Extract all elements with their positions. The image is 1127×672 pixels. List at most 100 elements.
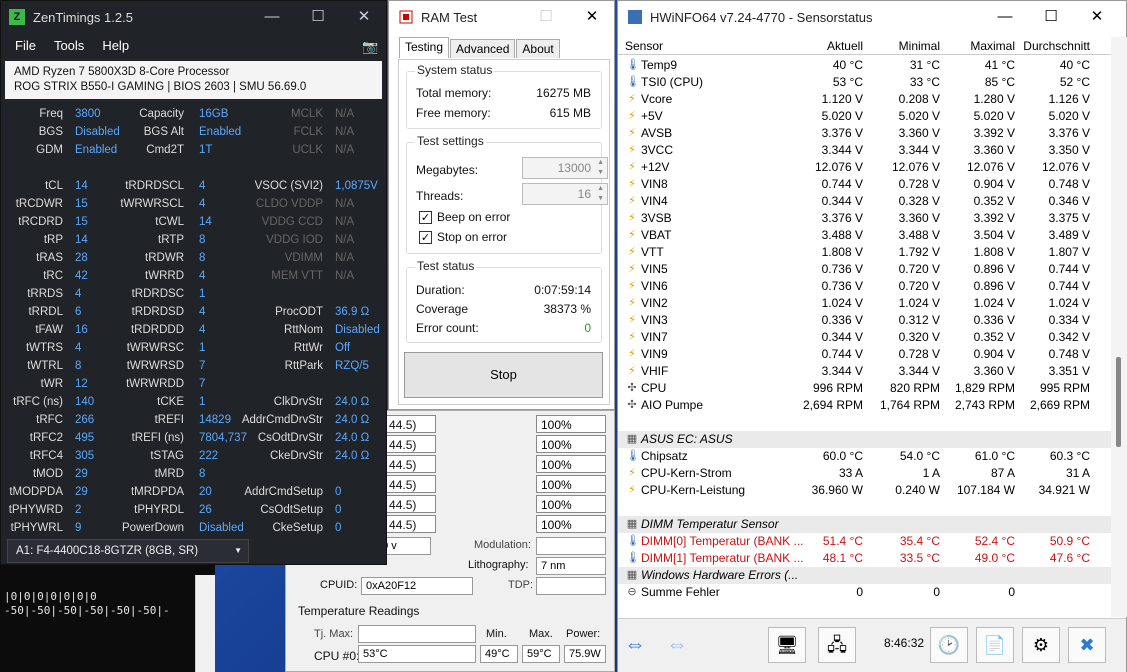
settings-gear-icon[interactable]: ⚙ <box>1022 627 1060 663</box>
sensor-value: 0 <box>933 585 940 599</box>
sensor-row[interactable]: 🌡 DIMM[0] Temperatur (BANK ... 51.4 °C 35.4… <box>618 533 1111 550</box>
col-maximal[interactable]: Maximal <box>970 39 1015 53</box>
scrollbar-thumb[interactable] <box>1116 357 1121 447</box>
sensor-row[interactable]: 🌡 Temp9 40 °C 31 °C 41 °C 40 °C <box>618 57 1111 74</box>
sensor-row[interactable]: ⚡ VIN2 1.024 V 1.024 V 1.024 V 1.024 V <box>618 295 1111 312</box>
beep-on-error-checkbox[interactable]: ✓ <box>419 211 432 224</box>
sensor-row[interactable]: ⚡ +5V 5.020 V 5.020 V 5.020 V 5.020 V <box>618 108 1111 125</box>
timing-label: VDIMM <box>284 252 323 264</box>
sensor-row[interactable]: ⚡ CPU-Kern-Leistung 36.960 W 0.240 W 107.184… <box>618 482 1111 499</box>
maximize-button[interactable]: ☐ <box>295 1 341 33</box>
col-sensor[interactable]: Sensor <box>625 39 663 53</box>
stop-on-error-label: Stop on error <box>437 230 508 244</box>
sensor-value: 31 A <box>1065 466 1090 480</box>
timing-label: tMODPDA <box>9 486 63 498</box>
collapse-arrows-icon[interactable]: ⇔ <box>624 631 646 657</box>
col-durchschnitt[interactable]: Durchschnitt <box>1023 39 1090 53</box>
sensor-row[interactable] <box>618 414 1111 431</box>
sensor-row[interactable]: ⚡ AVSB 3.376 V 3.360 V 3.392 V 3.376 V <box>618 125 1111 142</box>
usage-percent: 100% <box>536 475 606 493</box>
timing-label: RttPark <box>284 360 323 372</box>
tab-advanced[interactable]: Advanced <box>450 39 516 58</box>
cpu-name: AMD Ryzen 7 5800X3D 8-Core Processor <box>14 66 230 78</box>
sensor-value: 0.736 V <box>821 279 863 293</box>
sensor-row[interactable]: 🌡 TSI0 (CPU) 53 °C 33 °C 85 °C 52 °C <box>618 74 1111 91</box>
sensor-value: 0.334 V <box>1048 313 1090 327</box>
lithography-label: Lithography: <box>468 559 529 571</box>
screenshot-camera-icon[interactable]: 📷 <box>362 39 378 55</box>
sensor-value: 0.728 V <box>898 177 940 191</box>
close-button[interactable]: ✕ <box>341 1 387 33</box>
sensor-row[interactable] <box>618 499 1111 516</box>
col-minimal[interactable]: Minimal <box>899 39 940 53</box>
sensor-row[interactable]: ⚡ VTT 1.808 V 1.792 V 1.808 V 1.807 V <box>618 244 1111 261</box>
bolt-icon: ⚡ <box>628 144 636 156</box>
sensor-row[interactable]: ⚡ 3VSB 3.376 V 3.360 V 3.392 V 3.375 V <box>618 210 1111 227</box>
monitor-icon[interactable]: 🖥 <box>768 627 806 663</box>
sensor-value: 1.808 V <box>821 245 863 259</box>
timing-label: Freq <box>39 108 63 120</box>
sensor-row[interactable]: 🌡 DIMM[1] Temperatur (BANK ... 48.1 °C 33.5… <box>618 550 1111 567</box>
sensor-row[interactable]: ⚡ VHIF 3.344 V 3.344 V 3.360 V 3.351 V <box>618 363 1111 380</box>
tab-testing[interactable]: Testing <box>399 37 450 58</box>
sensor-section-row[interactable]: ▦ DIMM Temperatur Sensor <box>618 516 1111 533</box>
sensor-value: 49.0 °C <box>974 551 1015 565</box>
sensor-row[interactable]: ⚡ VBAT 3.488 V 3.488 V 3.504 V 3.489 V <box>618 227 1111 244</box>
fan-icon: ✣ <box>627 382 637 394</box>
sensor-row[interactable]: ✣ CPU 996 RPM 820 RPM 1,829 RPM 995 RPM <box>618 380 1111 397</box>
sensor-row[interactable]: ⚡ VIN9 0.744 V 0.728 V 0.904 V 0.748 V <box>618 346 1111 363</box>
sensor-value: 820 RPM <box>889 381 940 395</box>
threads-input[interactable]: 16 ▲ ▼ <box>522 183 608 205</box>
hw-close-button[interactable]: ✕ <box>1074 1 1120 33</box>
sensor-row[interactable]: ⚡ VIN5 0.736 V 0.720 V 0.896 V 0.744 V <box>618 261 1111 278</box>
sensor-section-row[interactable]: ▦ ASUS EC: ASUS <box>618 431 1111 448</box>
sensor-row[interactable]: ⚡ VIN7 0.344 V 0.320 V 0.352 V 0.342 V <box>618 329 1111 346</box>
megabytes-input[interactable]: 13000 ▲ ▼ <box>522 157 608 179</box>
col-aktuell[interactable]: Aktuell <box>827 39 863 53</box>
sensor-scrollbar[interactable] <box>1111 37 1127 617</box>
sensor-row[interactable]: ⚡ 3VCC 3.344 V 3.344 V 3.360 V 3.350 V <box>618 142 1111 159</box>
spinner-arrows-icon[interactable]: ▲ ▼ <box>597 184 604 204</box>
stop-on-error-checkbox[interactable]: ✓ <box>419 231 432 244</box>
sensor-row[interactable]: ⊖ Summe Fehler 0 0 0 <box>618 584 1111 601</box>
sensor-row[interactable]: ⚡ VIN4 0.344 V 0.328 V 0.352 V 0.346 V <box>618 193 1111 210</box>
sensor-value: 12.076 V <box>1041 160 1090 174</box>
minimize-button[interactable]: — <box>249 1 295 33</box>
expand-arrows-icon[interactable]: ⇔ <box>666 631 688 657</box>
network-icon[interactable]: 🖧 <box>818 627 856 663</box>
stop-button[interactable]: Stop <box>404 352 603 398</box>
sensor-value: 0.312 V <box>898 313 940 327</box>
terminal-scrollbar[interactable] <box>195 575 215 672</box>
bolt-icon: ⚡ <box>628 178 636 190</box>
sensor-row[interactable]: ⚡ CPU-Kern-Strom 33 A 1 A 87 A 31 A <box>618 465 1111 482</box>
menu-tools[interactable]: Tools <box>54 38 84 53</box>
spinner-arrows-icon[interactable]: ▲ ▼ <box>597 158 604 178</box>
bolt-icon: ⚡ <box>628 246 636 258</box>
sensor-value: 0.344 V <box>821 330 863 344</box>
report-add-icon[interactable]: 📄 <box>976 627 1014 663</box>
sensor-value: 33 A <box>838 466 863 480</box>
timing-label: tRFC4 <box>29 450 63 462</box>
sensor-row[interactable]: ⚡ +12V 12.076 V 12.076 V 12.076 V 12.076 V <box>618 159 1111 176</box>
timing-value: RZQ/5 <box>335 360 369 372</box>
menu-help[interactable]: Help <box>102 38 129 53</box>
timing-label: FCLK <box>293 126 323 138</box>
close-x-icon[interactable]: ✖ <box>1068 627 1106 663</box>
ram-close-button[interactable]: ✕ <box>569 1 615 33</box>
sensor-section-row[interactable]: ▦ Windows Hardware Errors (... <box>618 567 1111 584</box>
ram-maximize-button[interactable]: ☐ <box>523 1 569 33</box>
sensor-row[interactable]: ⚡ VIN8 0.744 V 0.728 V 0.904 V 0.748 V <box>618 176 1111 193</box>
timing-label: ClkDrvStr <box>273 396 323 408</box>
sensor-row[interactable]: 🌡 Chipsatz 60.0 °C 54.0 °C 61.0 °C 60.3 °C <box>618 448 1111 465</box>
menu-file[interactable]: File <box>15 38 36 53</box>
clock-reset-icon[interactable]: 🕑 <box>930 627 968 663</box>
sensor-row[interactable]: ⚡ VIN6 0.736 V 0.720 V 0.896 V 0.744 V <box>618 278 1111 295</box>
timing-label: BGS Alt <box>143 126 184 138</box>
sensor-row[interactable]: ✣ AIO Pumpe 2,694 RPM 1,764 RPM 2,743 RPM 2,6… <box>618 397 1111 414</box>
tab-about[interactable]: About <box>516 39 560 58</box>
hw-minimize-button[interactable]: — <box>982 1 1028 33</box>
dimm-select[interactable]: A1: F4-4400C18-8GTZR (8GB, SR) ▼ <box>7 539 249 563</box>
hw-maximize-button[interactable]: ☐ <box>1028 1 1074 33</box>
sensor-row[interactable]: ⚡ Vcore 1.120 V 0.208 V 1.280 V 1.126 V <box>618 91 1111 108</box>
sensor-row[interactable]: ⚡ VIN3 0.336 V 0.312 V 0.336 V 0.334 V <box>618 312 1111 329</box>
